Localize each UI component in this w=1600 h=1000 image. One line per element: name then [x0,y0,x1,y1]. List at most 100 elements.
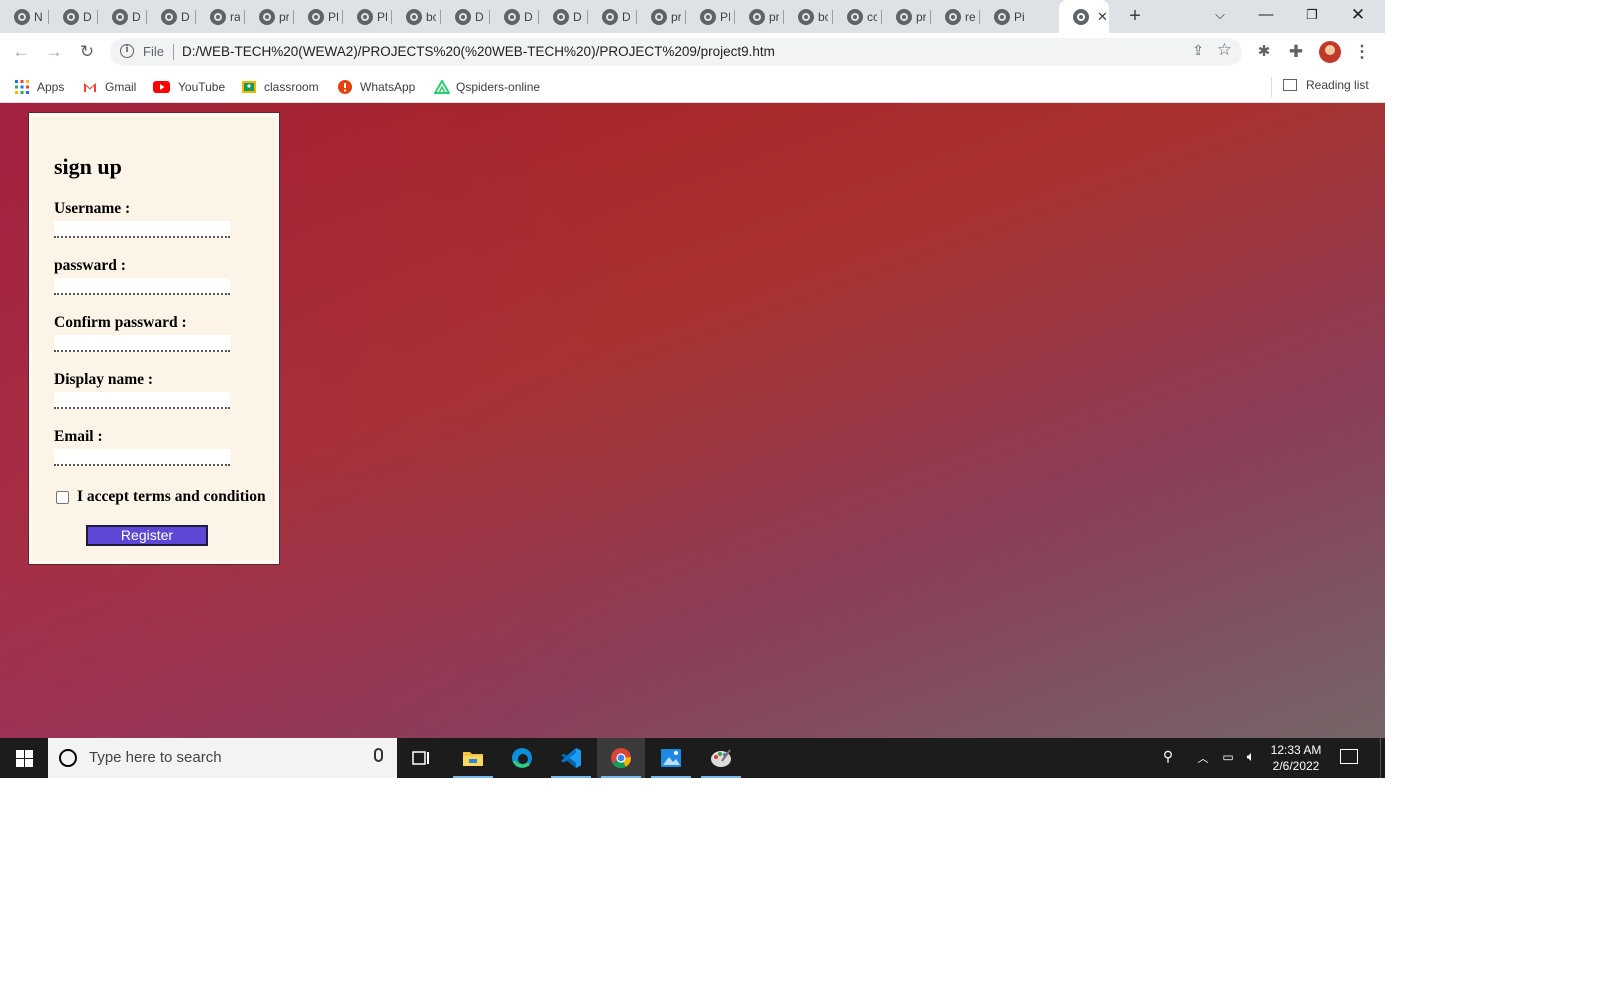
browser-tab[interactable]: D [98,0,147,33]
bookmarks-bar: Apps Gmail YouTube classroom WhatsApp Qs… [0,71,1385,103]
browser-tab[interactable]: D [147,0,196,33]
browser-tab[interactable]: pr [245,0,294,33]
qspiders-icon [433,79,451,94]
password-input[interactable] [54,278,230,295]
menu-kebab-icon[interactable]: ⋮ [1350,40,1374,64]
tab-search-icon[interactable]: ⌵ [1197,0,1243,33]
people-icon[interactable]: ⚲ [1160,748,1176,765]
bookmark-youtube[interactable]: YouTube [153,78,225,96]
username-input[interactable] [54,221,230,238]
bookmark-star-icon[interactable]: ☆ [1217,40,1232,60]
terms-row: I accept terms and condition [56,488,266,506]
new-tab-button[interactable]: + [1124,5,1146,27]
gmail-icon [83,80,97,94]
page-viewport: sign up Username : passward : Confirm pa… [0,103,1385,738]
form-title: sign up [54,154,122,179]
browser-tab[interactable]: bc [784,0,833,33]
active-browser-tab[interactable]: ✕ [1059,0,1109,33]
email-input[interactable] [54,449,230,466]
browser-tab[interactable]: pr [735,0,784,33]
tab-title: D [622,9,631,24]
field-label: passward : [54,257,126,274]
forward-icon[interactable]: → [42,40,66,64]
browser-tab[interactable]: bc [392,0,441,33]
file-explorer-button[interactable] [449,738,497,778]
close-tab-icon[interactable]: ✕ [1097,10,1108,23]
restore-icon[interactable]: ❐ [1289,0,1335,33]
browser-tab[interactable]: ra [196,0,245,33]
site-info-icon[interactable]: i [120,44,134,58]
browser-tab[interactable]: PI [686,0,735,33]
browser-tab[interactable]: PF [343,0,392,33]
browser-tab[interactable]: re [931,0,980,33]
tab-title: D [83,9,92,24]
bookmark-whatsapp[interactable]: WhatsApp [338,78,415,96]
browser-tab[interactable]: D [49,0,98,33]
field-label: Username : [54,200,131,217]
system-clock[interactable]: 12:33 AM 2/6/2022 [1263,742,1329,774]
vscode-icon [560,747,582,769]
screen: N D D D ra pr PF PF bc D D D D pr PI pr … [0,0,1385,778]
back-icon[interactable]: ← [9,40,33,64]
photos-icon [660,747,682,769]
browser-tab[interactable]: pr [882,0,931,33]
close-window-icon[interactable]: ✕ [1335,0,1381,33]
task-view-button[interactable] [397,738,445,778]
display-name-input[interactable] [54,392,230,409]
vscode-button[interactable] [547,738,595,778]
tab-title: cc [867,9,877,24]
chrome-page-icon [553,8,569,25]
register-button[interactable]: Register [86,525,208,546]
chrome-button[interactable] [597,738,645,778]
bookmark-classroom[interactable]: classroom [242,78,319,96]
extensions-puzzle-icon[interactable]: ✚ [1284,40,1308,64]
field-label: Display name : [54,371,154,388]
bookmark-gmail[interactable]: Gmail [83,78,136,96]
reading-list-icon [1283,79,1297,91]
paint-button[interactable] [697,738,745,778]
browser-tab[interactable]: cc [833,0,882,33]
share-icon[interactable]: ⇪ [1192,42,1204,59]
show-desktop-button[interactable] [1380,738,1381,778]
chrome-page-icon [1073,8,1089,25]
tab-title: D [132,9,141,24]
reload-icon[interactable]: ↻ [75,40,99,64]
task-view-icon [410,747,432,769]
show-hidden-icons-chevron-icon[interactable]: ︿ [1196,750,1210,766]
taskbar-search[interactable]: Type here to search [48,738,397,778]
browser-tab[interactable]: D [441,0,490,33]
notification-center-icon[interactable] [1340,749,1358,764]
browser-tab[interactable]: pr [637,0,686,33]
microphone-icon[interactable] [374,748,383,762]
bookmark-apps[interactable]: Apps [15,78,64,96]
email-field: Email : [54,428,230,466]
chrome-page-icon [798,8,814,25]
address-bar[interactable]: i File D:/WEB-TECH%20(WEWA2)/PROJECTS%20… [110,38,1242,66]
browser-tab[interactable]: PF [294,0,343,33]
url-text[interactable]: D:/WEB-TECH%20(WEWA2)/PROJECTS%20(%20WEB… [182,44,775,59]
edge-icon [511,747,533,769]
bookmark-qspiders[interactable]: Qspiders-online [433,78,540,96]
terms-checkbox[interactable] [56,490,69,504]
browser-tab[interactable]: D [539,0,588,33]
chrome-page-icon [749,8,765,25]
volume-icon[interactable]: 🔈︎ [1242,748,1260,765]
edge-button[interactable] [498,738,546,778]
folder-icon [462,747,484,769]
minimize-icon[interactable]: — [1243,0,1289,33]
clock-date: 2/6/2022 [1272,759,1320,773]
browser-tab[interactable]: N [0,0,49,33]
extension-bug-icon[interactable]: ✱ [1252,40,1276,64]
url-scheme: File [143,44,164,59]
browser-tab[interactable]: D [490,0,539,33]
profile-avatar[interactable] [1319,41,1341,63]
tab-title: PF [377,9,387,24]
confirm-password-input[interactable] [54,335,230,352]
browser-tab[interactable]: D [588,0,637,33]
clock-time: 12:33 AM [1270,743,1322,757]
reading-list-button[interactable]: Reading list [1283,78,1369,92]
browser-tab[interactable]: Pi [980,0,1029,33]
start-button[interactable] [0,738,48,778]
photos-button[interactable] [647,738,695,778]
battery-icon[interactable]: ▭ [1219,750,1237,764]
